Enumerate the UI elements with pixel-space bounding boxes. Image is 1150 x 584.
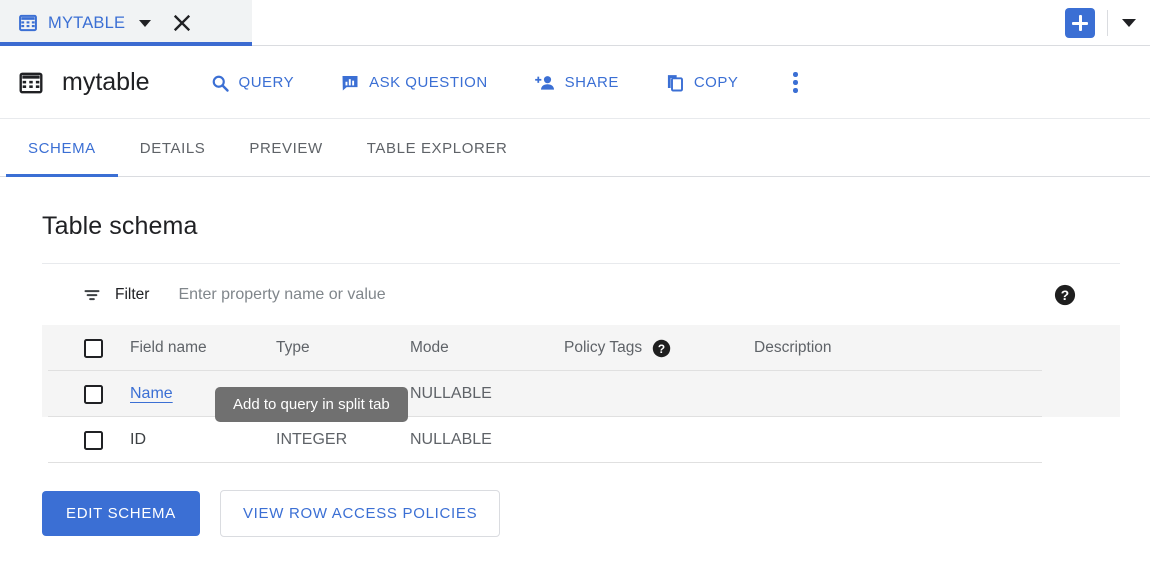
query-button[interactable]: QUERY — [196, 65, 309, 101]
row-checkbox[interactable] — [84, 431, 103, 450]
section-tabs: SCHEMA DETAILS PREVIEW TABLE EXPLORER — [0, 119, 1150, 177]
table-action-bar: mytable QUERY ASK QUESTION — [0, 46, 1150, 119]
help-icon[interactable]: ? — [1054, 284, 1076, 306]
cell-type: INTEGER — [276, 431, 410, 449]
row-select-cell — [42, 431, 130, 450]
column-header-mode[interactable]: Mode — [410, 339, 564, 357]
schema-panel: Table schema Filter ? Field name Type — [0, 212, 1150, 537]
person-add-icon — [534, 73, 556, 93]
schema-table: Field name Type Mode Policy Tags ? Descr… — [42, 325, 1120, 463]
cell-field-name[interactable]: Name — [130, 385, 276, 403]
column-header-field-name[interactable]: Field name — [130, 339, 276, 357]
page-title: mytable — [62, 68, 150, 97]
column-label: Mode — [410, 339, 449, 356]
row-select-cell — [42, 385, 130, 404]
tab-details[interactable]: DETAILS — [118, 119, 228, 177]
filter-input[interactable] — [178, 286, 698, 304]
cell-type: STRING — [276, 385, 410, 403]
filter-list-icon — [82, 285, 102, 305]
cell-mode: NULLABLE — [410, 431, 564, 449]
edit-schema-button[interactable]: EDIT SCHEMA — [42, 491, 200, 536]
column-header-policy-tags[interactable]: Policy Tags ? — [564, 339, 754, 358]
table-grid-icon — [18, 70, 44, 96]
table-row[interactable]: ID INTEGER NULLABLE — [42, 417, 1120, 463]
tab-preview-label: PREVIEW — [249, 140, 322, 157]
filter-label: Filter — [115, 286, 149, 304]
tab-preview[interactable]: PREVIEW — [227, 119, 344, 177]
svg-text:?: ? — [658, 341, 665, 355]
tab-details-label: DETAILS — [140, 140, 206, 157]
action-buttons: QUERY ASK QUESTION SHARE — [196, 65, 813, 101]
tab-table-explorer[interactable]: TABLE EXPLORER — [345, 119, 530, 177]
column-label: Policy Tags — [564, 339, 642, 357]
select-all-cell — [42, 339, 130, 358]
cell-mode: NULLABLE — [410, 385, 564, 403]
field-name-value: ID — [130, 431, 146, 448]
browser-tab-strip: MYTABLE — [0, 0, 1150, 46]
add-tab-button[interactable] — [1065, 8, 1095, 38]
tab-mytable[interactable]: MYTABLE — [0, 0, 252, 46]
tab-overflow-chevron-down-icon[interactable] — [1122, 19, 1136, 27]
dot — [793, 88, 798, 93]
filter-bar: Filter ? — [42, 263, 1120, 325]
cell-field-name[interactable]: ID — [130, 431, 276, 449]
copy-button[interactable]: COPY — [651, 65, 753, 101]
column-header-description[interactable]: Description — [754, 339, 1120, 357]
search-icon — [210, 73, 230, 93]
share-label: SHARE — [565, 74, 619, 91]
column-header-type[interactable]: Type — [276, 339, 410, 357]
share-button[interactable]: SHARE — [520, 65, 633, 101]
close-icon[interactable] — [171, 12, 193, 34]
tab-strip-controls — [1065, 0, 1150, 46]
dot — [793, 80, 798, 85]
dot — [793, 72, 798, 77]
ask-question-button[interactable]: ASK QUESTION — [326, 65, 502, 101]
tab-schema[interactable]: SCHEMA — [6, 119, 118, 177]
column-label: Type — [276, 339, 310, 356]
column-label: Description — [754, 339, 832, 356]
tab-label: MYTABLE — [48, 14, 125, 33]
svg-text:?: ? — [1061, 287, 1069, 302]
query-label: QUERY — [239, 74, 295, 91]
section-title: Table schema — [42, 212, 1120, 241]
select-all-checkbox[interactable] — [84, 339, 103, 358]
more-vert-icon[interactable] — [778, 66, 812, 100]
tab-table-explorer-label: TABLE EXPLORER — [367, 140, 508, 157]
ask-question-label: ASK QUESTION — [369, 74, 488, 91]
table-row[interactable]: Name STRING NULLABLE — [42, 371, 1120, 417]
data-insights-icon — [340, 73, 360, 93]
tab-schema-label: SCHEMA — [28, 140, 96, 157]
row-checkbox[interactable] — [84, 385, 103, 404]
row-divider — [48, 462, 1042, 463]
copy-label: COPY — [694, 74, 739, 91]
mode-value: NULLABLE — [410, 385, 492, 402]
schema-footer-actions: EDIT SCHEMA VIEW ROW ACCESS POLICIES — [42, 490, 1120, 537]
divider — [1107, 10, 1108, 36]
mode-value: NULLABLE — [410, 431, 492, 448]
view-row-access-policies-button[interactable]: VIEW ROW ACCESS POLICIES — [220, 490, 500, 537]
table-header-row: Field name Type Mode Policy Tags ? Descr… — [42, 325, 1120, 371]
field-name-link[interactable]: Name — [130, 385, 173, 402]
chevron-down-icon[interactable] — [139, 20, 151, 27]
column-label: Field name — [130, 339, 207, 356]
type-value: INTEGER — [276, 431, 347, 448]
type-value: STRING — [276, 385, 336, 402]
help-icon[interactable]: ? — [652, 339, 671, 358]
table-grid-icon — [18, 13, 38, 33]
copy-icon — [665, 73, 685, 93]
